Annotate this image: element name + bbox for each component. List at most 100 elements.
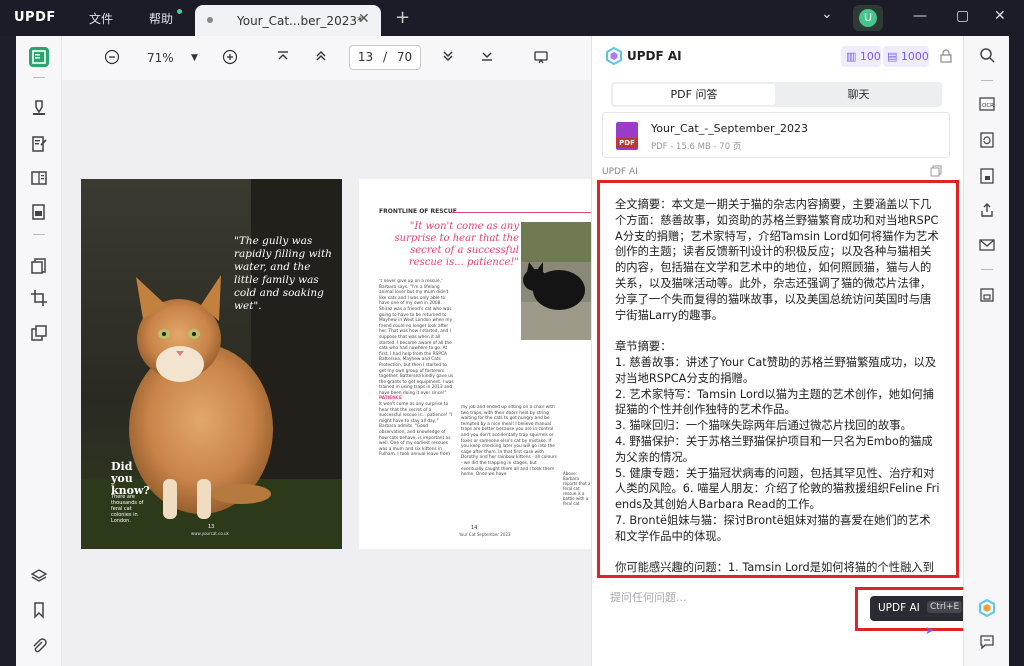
avatar-initial: U xyxy=(859,9,877,27)
lock-icon[interactable] xyxy=(940,49,952,66)
credits-badge-a[interactable]: ▥ 100 xyxy=(841,46,881,67)
updf-ai-logo-icon xyxy=(605,46,623,68)
viewer-toolbar: 71% ▼ 13 / 70 xyxy=(62,36,591,80)
pdf-page-13: "The gully was rapidly filling with wate… xyxy=(81,179,342,549)
tooltip-label: UPDF AI xyxy=(878,602,920,614)
crop-icon[interactable] xyxy=(29,288,49,308)
total-pages: 70 xyxy=(396,50,413,64)
article-column-2: my job and ended up sitting on a chair w… xyxy=(461,405,557,478)
window-edge xyxy=(1009,36,1024,666)
ai-panel-title: UPDF AI xyxy=(627,49,682,63)
pdf-viewer: 71% ▼ 13 / 70 "The gully was rapidly fil… xyxy=(62,36,591,666)
tab-chat-label: 聊天 xyxy=(847,88,870,101)
article-column-1: "I never give up on a rescue," Barbara s… xyxy=(379,279,454,537)
tab-pdf-qa-label: PDF 问答 xyxy=(670,88,718,101)
help-notification-dot xyxy=(177,9,182,14)
updf-ai-tooltip: UPDF AI Ctrl+E xyxy=(870,596,970,621)
chevron-down-icon[interactable]: ⌄ xyxy=(821,6,833,22)
highlighter-icon[interactable] xyxy=(29,98,49,118)
file-card[interactable]: PDF Your_Cat_-_September_2023 PDF - 15.6… xyxy=(602,112,950,158)
zoom-in-icon[interactable] xyxy=(222,49,238,69)
menu-file[interactable]: 文件 xyxy=(89,10,113,27)
ocr-icon[interactable]: OCR xyxy=(977,96,997,116)
tab-pdf-qa[interactable]: PDF 问答 xyxy=(613,84,775,105)
article-col1-text: "I never give up on a rescue," Barbara s… xyxy=(379,279,454,396)
form-icon[interactable] xyxy=(29,168,49,188)
updf-ai-button[interactable] xyxy=(977,598,997,619)
close-tab-icon[interactable]: ✕ xyxy=(358,11,370,27)
document-tab-label: Your_Cat...ber_2023* xyxy=(237,14,363,28)
share-icon[interactable] xyxy=(977,202,997,222)
pdf-file-icon: PDF xyxy=(616,122,638,150)
fill-sign-icon[interactable] xyxy=(29,202,49,222)
page14-pullquote: "It won't come as any surprise to hear t… xyxy=(394,221,519,268)
email-icon[interactable] xyxy=(977,237,997,257)
tooltip-shortcut: Ctrl+E xyxy=(927,601,963,613)
unsaved-dot-icon xyxy=(207,17,213,23)
ai-section-label: UPDF AI xyxy=(602,167,638,177)
current-page: 13 xyxy=(357,50,374,64)
organize-pages-icon[interactable] xyxy=(29,256,49,276)
tab-chat[interactable]: 聊天 xyxy=(777,84,940,105)
send-icon[interactable]: ➤ xyxy=(925,624,934,637)
zoom-dropdown-icon[interactable]: ▼ xyxy=(191,53,198,63)
page14-header: FRONTLINE OF RESCUE xyxy=(379,208,457,215)
credits-b-value: 1000 xyxy=(900,50,929,63)
did-you-know-fact: There are thousands of feral cat colonie… xyxy=(111,494,144,524)
left-toolbar xyxy=(16,36,62,666)
close-window-button[interactable]: ✕ xyxy=(994,8,1006,24)
bookmark-icon[interactable] xyxy=(29,600,49,620)
svg-text:OCR: OCR xyxy=(982,103,994,109)
avatar[interactable]: U xyxy=(853,5,883,31)
article-subhead: PATIENCE xyxy=(379,396,402,402)
page-separator: / xyxy=(382,50,388,64)
question-input[interactable]: 提问任何问题... xyxy=(610,589,860,605)
menu-help[interactable]: 帮助 xyxy=(149,10,173,27)
maximize-button[interactable]: ▢ xyxy=(956,8,969,24)
title-bar: UPDF 文件 帮助 Your_Cat...ber_2023* ✕ + ⌄ U … xyxy=(0,0,1024,36)
next-page-icon[interactable] xyxy=(441,49,455,67)
page14-number: 14 xyxy=(471,525,478,531)
ai-mode-tabs: PDF 问答 聊天 xyxy=(611,82,942,107)
black-cat-photo xyxy=(521,222,591,340)
new-tab-button[interactable]: + xyxy=(395,7,410,28)
attachment-icon[interactable] xyxy=(29,636,49,656)
article-col1b-text: It won't come as any surprise to hear th… xyxy=(379,402,453,458)
document-tab[interactable]: Your_Cat...ber_2023* ✕ xyxy=(195,5,381,36)
right-toolbar: OCR xyxy=(963,36,1009,666)
page13-number: 13 xyxy=(208,524,215,530)
save-icon[interactable] xyxy=(977,287,997,307)
search-icon[interactable] xyxy=(977,47,997,67)
first-page-icon[interactable] xyxy=(276,49,290,67)
pdf-page-14: FRONTLINE OF RESCUE "It won't come as an… xyxy=(359,179,591,549)
protect-icon[interactable] xyxy=(977,167,997,187)
comment-icon[interactable] xyxy=(977,634,997,654)
page-number-input[interactable]: 13 / 70 xyxy=(349,45,421,70)
page13-quote: "The gully was rapidly filling with wate… xyxy=(234,235,332,312)
credits-a-value: 100 xyxy=(859,50,881,63)
photo-caption: Above: Barbara reports that a feral cat … xyxy=(563,471,591,506)
ai-response-box: 全文摘要：本文是一期关于猫的杂志内容摘要，主要涵盖以下几个方面：慈善故事，如资助… xyxy=(597,180,959,578)
app-window: UPDF 文件 帮助 Your_Cat...ber_2023* ✕ + ⌄ U … xyxy=(0,0,1024,666)
edit-pdf-icon[interactable] xyxy=(29,134,49,154)
previous-page-icon[interactable] xyxy=(314,49,328,67)
credits-badge-b[interactable]: ▤ 1000 xyxy=(883,46,929,67)
minimize-button[interactable]: — xyxy=(913,8,927,24)
convert-pdf-icon[interactable] xyxy=(977,131,997,151)
page13-footer: www.yourcat.co.uk xyxy=(191,531,229,536)
file-meta: PDF - 15.6 MB - 70 页 xyxy=(651,142,742,152)
did-you-know-heading: Did you know? xyxy=(111,460,150,497)
compress-icon[interactable] xyxy=(29,323,49,343)
pdf-file-badge: PDF xyxy=(616,138,638,148)
file-name: Your_Cat_-_September_2023 xyxy=(651,122,808,135)
last-page-icon[interactable] xyxy=(480,49,494,67)
zoom-out-icon[interactable] xyxy=(104,49,120,69)
zoom-level[interactable]: 71% xyxy=(147,51,174,65)
layers-icon[interactable] xyxy=(29,566,49,586)
copy-icon[interactable] xyxy=(930,165,942,180)
reader-mode-icon[interactable] xyxy=(29,47,49,67)
updf-logo: UPDF xyxy=(14,10,56,25)
ai-panel: UPDF AI ▥ 100 ▤ 1000 PDF 问答 聊天 PDF Your_… xyxy=(591,36,1007,666)
presentation-icon[interactable] xyxy=(533,49,549,69)
page14-footer: Your Cat September 2023 xyxy=(459,532,511,537)
